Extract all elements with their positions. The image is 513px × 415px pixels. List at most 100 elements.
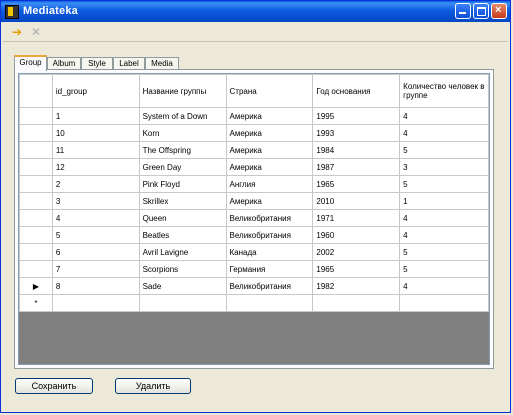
cell-founded-year[interactable]: 1987 bbox=[312, 158, 401, 176]
cell-country[interactable]: Германия bbox=[225, 260, 314, 278]
maximize-button[interactable] bbox=[473, 3, 489, 19]
cell-group-name[interactable]: Skrillex bbox=[138, 192, 227, 210]
table-row[interactable]: 5 Beatles Великобритания 1960 4 bbox=[19, 226, 489, 244]
new-cell[interactable] bbox=[225, 294, 314, 312]
cell-group-name[interactable]: Avril Lavigne bbox=[138, 243, 227, 261]
row-header[interactable] bbox=[19, 226, 53, 244]
close-button[interactable]: × bbox=[491, 3, 507, 19]
cell-founded-year[interactable]: 1984 bbox=[312, 141, 401, 159]
cell-founded-year[interactable]: 2010 bbox=[312, 192, 401, 210]
cell-founded-year[interactable]: 1965 bbox=[312, 175, 401, 193]
cell-member-count[interactable]: 3 bbox=[399, 158, 489, 176]
cell-id-group[interactable]: 2 bbox=[51, 175, 140, 193]
cell-group-name[interactable]: Queen bbox=[138, 209, 227, 227]
cell-id-group[interactable]: 8 bbox=[51, 277, 140, 295]
cell-country[interactable]: Америка bbox=[225, 158, 314, 176]
cell-country[interactable]: Канада bbox=[225, 243, 314, 261]
cell-country[interactable]: Великобритания bbox=[225, 209, 314, 227]
cell-founded-year[interactable]: 1960 bbox=[312, 226, 401, 244]
cell-country[interactable]: Америка bbox=[225, 141, 314, 159]
cell-member-count[interactable]: 4 bbox=[399, 124, 489, 142]
column-header[interactable]: Год основания bbox=[312, 74, 401, 108]
cell-group-name[interactable]: Beatles bbox=[138, 226, 227, 244]
row-header[interactable] bbox=[19, 260, 53, 278]
table-row[interactable]: 10 Korn Америка 1993 4 bbox=[19, 124, 489, 142]
cell-country[interactable]: Великобритания bbox=[225, 226, 314, 244]
row-header[interactable] bbox=[19, 158, 53, 176]
cell-member-count[interactable]: 5 bbox=[399, 175, 489, 193]
cell-founded-year[interactable]: 1971 bbox=[312, 209, 401, 227]
delete-button[interactable]: Удалить bbox=[115, 378, 191, 394]
cell-member-count[interactable]: 4 bbox=[399, 107, 489, 125]
cell-member-count[interactable]: 4 bbox=[399, 209, 489, 227]
cell-founded-year[interactable]: 1965 bbox=[312, 260, 401, 278]
cell-group-name[interactable]: System of a Down bbox=[138, 107, 227, 125]
new-row-marker-icon[interactable]: * bbox=[19, 294, 53, 312]
cell-group-name[interactable]: Sade bbox=[138, 277, 227, 295]
cell-country[interactable]: Америка bbox=[225, 124, 314, 142]
row-header[interactable] bbox=[19, 141, 53, 159]
tab-group[interactable]: Group bbox=[14, 55, 47, 71]
column-header[interactable]: id_group bbox=[51, 74, 140, 108]
cell-member-count[interactable]: 5 bbox=[399, 141, 489, 159]
table-row[interactable]: 2 Pink Floyd Англия 1965 5 bbox=[19, 175, 489, 193]
table-row[interactable]: 3 Skrillex Америка 2010 1 bbox=[19, 192, 489, 210]
cell-group-name[interactable]: Korn bbox=[138, 124, 227, 142]
cell-group-name[interactable]: The Offspring bbox=[138, 141, 227, 159]
cell-member-count[interactable]: 4 bbox=[399, 226, 489, 244]
new-cell[interactable] bbox=[138, 294, 227, 312]
cell-id-group[interactable]: 11 bbox=[51, 141, 140, 159]
row-header[interactable] bbox=[19, 107, 53, 125]
table-row[interactable]: 6 Avril Lavigne Канада 2002 5 bbox=[19, 243, 489, 261]
column-header[interactable]: Количество человек в группе bbox=[399, 74, 489, 108]
cell-founded-year[interactable]: 1993 bbox=[312, 124, 401, 142]
new-cell[interactable] bbox=[312, 294, 401, 312]
minimize-button[interactable] bbox=[455, 3, 471, 19]
column-header[interactable]: Страна bbox=[225, 74, 314, 108]
new-row[interactable]: * bbox=[19, 294, 489, 312]
table-row[interactable]: 7 Scorpions Германия 1965 5 bbox=[19, 260, 489, 278]
cell-member-count[interactable]: 5 bbox=[399, 243, 489, 261]
delete-record-button[interactable]: ✕ bbox=[28, 25, 44, 39]
cell-id-group[interactable]: 10 bbox=[51, 124, 140, 142]
table-row[interactable]: 12 Green Day Америка 1987 3 bbox=[19, 158, 489, 176]
table-row[interactable]: 4 Queen Великобритания 1971 4 bbox=[19, 209, 489, 227]
cell-group-name[interactable]: Scorpions bbox=[138, 260, 227, 278]
cell-group-name[interactable]: Green Day bbox=[138, 158, 227, 176]
cell-id-group[interactable]: 12 bbox=[51, 158, 140, 176]
cell-country[interactable]: Америка bbox=[225, 107, 314, 125]
data-grid[interactable]: id_group Название группы Страна Год осно… bbox=[18, 73, 490, 365]
table-row[interactable]: 1 System of a Down Америка 1995 4 bbox=[19, 107, 489, 125]
cell-id-group[interactable]: 4 bbox=[51, 209, 140, 227]
table-row-current[interactable]: ▶ 8 Sade Великобритания 1982 4 bbox=[19, 277, 489, 295]
cell-member-count[interactable]: 4 bbox=[399, 277, 489, 295]
cell-founded-year[interactable]: 1982 bbox=[312, 277, 401, 295]
row-header[interactable] bbox=[19, 175, 53, 193]
cell-founded-year[interactable]: 1995 bbox=[312, 107, 401, 125]
cell-id-group[interactable]: 1 bbox=[51, 107, 140, 125]
cell-id-group[interactable]: 3 bbox=[51, 192, 140, 210]
save-button[interactable]: Сохранить bbox=[15, 378, 93, 394]
cell-id-group[interactable]: 5 bbox=[51, 226, 140, 244]
cell-group-name[interactable]: Pink Floyd bbox=[138, 175, 227, 193]
cell-member-count[interactable]: 1 bbox=[399, 192, 489, 210]
title-bar[interactable]: Mediateka × bbox=[1, 1, 510, 22]
add-record-button[interactable]: ➔ bbox=[9, 25, 25, 39]
row-header[interactable] bbox=[19, 209, 53, 227]
cell-country[interactable]: Великобритания bbox=[225, 277, 314, 295]
cell-member-count[interactable]: 5 bbox=[399, 260, 489, 278]
cell-id-group[interactable]: 6 bbox=[51, 243, 140, 261]
cell-country[interactable]: Америка bbox=[225, 192, 314, 210]
corner-header-cell[interactable] bbox=[19, 74, 53, 108]
row-header[interactable] bbox=[19, 124, 53, 142]
table-row[interactable]: 11 The Offspring Америка 1984 5 bbox=[19, 141, 489, 159]
cell-country[interactable]: Англия bbox=[225, 175, 314, 193]
row-header[interactable] bbox=[19, 192, 53, 210]
current-row-marker-icon[interactable]: ▶ bbox=[19, 277, 53, 295]
cell-id-group[interactable]: 7 bbox=[51, 260, 140, 278]
new-cell[interactable] bbox=[51, 294, 140, 312]
new-cell[interactable] bbox=[399, 294, 489, 312]
cell-founded-year[interactable]: 2002 bbox=[312, 243, 401, 261]
row-header[interactable] bbox=[19, 243, 53, 261]
column-header[interactable]: Название группы bbox=[138, 74, 227, 108]
